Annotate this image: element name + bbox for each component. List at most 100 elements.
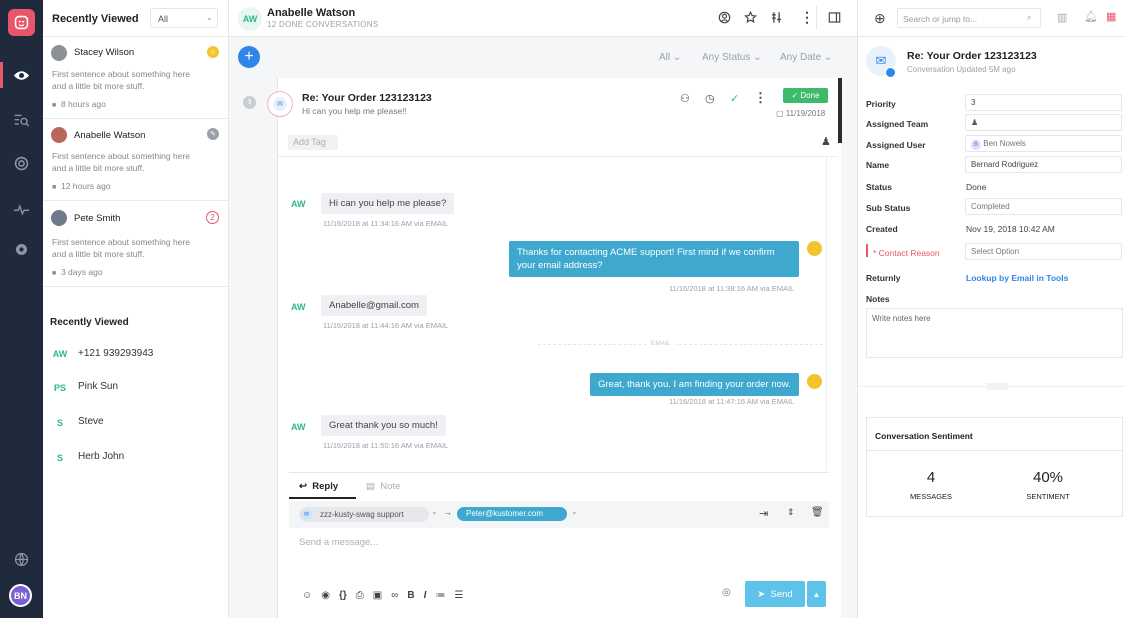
more-vertical-icon[interactable]: ⋮ bbox=[800, 9, 814, 26]
recent-item[interactable]: PS Pink Sun bbox=[43, 377, 229, 399]
sentiment-value: 40% bbox=[1032, 469, 1064, 486]
new-conversation-button[interactable]: + bbox=[238, 46, 260, 68]
check-circle-icon[interactable]: ✓ bbox=[730, 92, 739, 105]
scrollbar-thumb[interactable] bbox=[838, 78, 842, 143]
tab-note[interactable]: ▤ Note bbox=[366, 481, 400, 492]
globe-icon[interactable] bbox=[8, 546, 35, 573]
app-logo-icon[interactable] bbox=[8, 9, 35, 36]
sign-in-icon[interactable]: ⇥ bbox=[759, 507, 768, 520]
send-icon: ➤ bbox=[757, 588, 766, 600]
customer-header: AW Anabelle Watson 12 DONE CONVERSATIONS… bbox=[229, 0, 857, 37]
team-icon[interactable]: ⚇ bbox=[680, 92, 690, 105]
book-icon[interactable]: ▥ bbox=[1057, 11, 1067, 24]
edit-badge-icon bbox=[885, 67, 896, 78]
scroll-track bbox=[826, 156, 830, 471]
substatus-field[interactable]: Completed bbox=[965, 198, 1122, 215]
eye-icon[interactable] bbox=[8, 62, 35, 89]
user-field[interactable]: B Ben Nowels bbox=[965, 135, 1122, 152]
customer-name[interactable]: Anabelle Watson bbox=[267, 7, 355, 19]
status-badge[interactable]: ✓ Done bbox=[783, 88, 828, 103]
recent-initials: S bbox=[56, 453, 63, 463]
gear-icon[interactable] bbox=[8, 236, 35, 263]
add-tag-input[interactable]: Add Tag bbox=[288, 135, 338, 150]
list-title: Recently Viewed bbox=[52, 13, 139, 25]
conversation-item[interactable]: Pete Smith 2 First sentence about someth… bbox=[43, 201, 229, 287]
message-preview: First sentence about something here and a… bbox=[52, 150, 190, 174]
trash-icon[interactable]: 🗑 bbox=[811, 507, 824, 518]
name-label: Name bbox=[866, 160, 890, 170]
recent-item[interactable]: AW +121 939293943 bbox=[43, 343, 229, 365]
created-value: Nov 19, 2018 10:42 AM bbox=[966, 224, 1055, 234]
numbered-list-icon[interactable]: ≔ bbox=[435, 590, 445, 601]
bullet-list-icon[interactable]: ☰ bbox=[454, 590, 463, 601]
user-avatar[interactable]: BN bbox=[9, 584, 32, 607]
message-input[interactable]: Send a message... bbox=[299, 537, 378, 548]
sentiment-card: Conversation Sentiment 4 MESSAGES 40% SE… bbox=[866, 417, 1123, 517]
notes-textarea[interactable]: Write notes here bbox=[866, 308, 1123, 358]
list-filter-select[interactable]: All ⌄ bbox=[150, 8, 218, 28]
user-circle-icon[interactable] bbox=[718, 11, 731, 27]
returnly-link[interactable]: Lookup by Email in Tools bbox=[966, 273, 1068, 283]
pulse-icon[interactable] bbox=[8, 196, 35, 223]
image-icon[interactable]: ▣ bbox=[373, 590, 382, 601]
timer-icon[interactable]: ◎ bbox=[722, 587, 731, 598]
priority-field[interactable]: 3 bbox=[965, 94, 1122, 111]
channel-divider-label: EMAIL bbox=[646, 340, 676, 347]
message-bubble: Hi can you help me please? bbox=[321, 193, 455, 214]
team-field[interactable]: ♟ bbox=[965, 114, 1122, 131]
search-input[interactable]: Search or jump to... ⌕ bbox=[897, 8, 1041, 28]
name-field[interactable]: Bernard Rodriguez bbox=[965, 156, 1122, 173]
lifebuoy-icon[interactable] bbox=[8, 150, 35, 177]
merge-icon[interactable] bbox=[770, 11, 783, 27]
bold-icon[interactable]: B bbox=[407, 590, 414, 601]
conversation-preview: Hi can you help me please!! bbox=[302, 106, 407, 116]
emoji-icon[interactable]: ☺ bbox=[302, 590, 312, 601]
timestamp: 3 days ago bbox=[60, 267, 103, 277]
chevron-down-icon[interactable]: ⌄ bbox=[431, 507, 438, 516]
expand-icon[interactable]: ⇕ bbox=[787, 507, 795, 518]
bell-icon[interactable]: 🔔︎ bbox=[1084, 10, 1098, 23]
star-icon[interactable] bbox=[744, 10, 757, 27]
more-vertical-icon[interactable]: ⋮ bbox=[754, 90, 767, 106]
conversation-item[interactable]: Stacey Wilson ☺ First sentence about som… bbox=[43, 37, 229, 119]
search-list-icon[interactable] bbox=[8, 107, 35, 134]
italic-icon[interactable]: I bbox=[424, 590, 427, 601]
media-icon[interactable]: ◉ bbox=[321, 590, 330, 601]
composer-address-bar: ✉ zzz-kusty-swag support ⌄ → Peter@kusto… bbox=[289, 501, 829, 528]
conversation-title[interactable]: Re: Your Order 123123123 bbox=[302, 92, 432, 104]
collapse-handle[interactable] bbox=[986, 383, 1008, 390]
channel-divider-line bbox=[538, 344, 823, 345]
sentiment-title: Conversation Sentiment bbox=[875, 431, 973, 441]
panel-toggle-icon[interactable] bbox=[828, 11, 841, 27]
tab-reply[interactable]: ↩ Reply bbox=[289, 473, 356, 499]
recent-label: Steve bbox=[78, 416, 104, 427]
sentiment-icon: ☺ bbox=[207, 46, 219, 58]
message-bubble: Great, thank you. I am finding your orde… bbox=[590, 373, 799, 396]
snooze-clock-icon[interactable]: ◷ bbox=[705, 92, 715, 105]
divider bbox=[816, 6, 817, 30]
conversation-item[interactable]: Anabelle Watson ✎ First sentence about s… bbox=[43, 119, 229, 201]
filter-all[interactable]: All ⌄ bbox=[659, 52, 681, 63]
reason-select[interactable]: Select Option bbox=[965, 243, 1122, 260]
recent-initials: AW bbox=[52, 349, 68, 359]
to-address-chip[interactable]: Peter@kustomer.com bbox=[457, 507, 567, 521]
from-selector[interactable]: ✉ zzz-kusty-swag support bbox=[299, 507, 429, 522]
conversation-count-badge: 3 bbox=[243, 96, 256, 109]
attachment-icon[interactable]: ⎙ bbox=[356, 590, 364, 601]
preview-line: First sentence about something here bbox=[52, 151, 190, 161]
rail-active-indicator bbox=[0, 62, 3, 88]
recent-item[interactable]: S Herb John bbox=[43, 447, 229, 469]
filter-date[interactable]: Any Date ⌄ bbox=[780, 52, 832, 63]
returnly-label: Returnly bbox=[866, 273, 901, 283]
add-circle-icon[interactable]: ⊕ bbox=[874, 11, 886, 25]
filter-status[interactable]: Any Status ⌄ bbox=[702, 52, 762, 63]
code-icon[interactable]: {} bbox=[339, 590, 347, 601]
gift-icon[interactable]: ▦ bbox=[1106, 10, 1116, 23]
recent-item[interactable]: S Steve bbox=[43, 412, 229, 434]
chevron-down-icon[interactable]: ⌄ bbox=[571, 507, 578, 516]
send-options-button[interactable]: ▲ bbox=[807, 581, 826, 607]
assign-user-icon[interactable]: ♟ bbox=[821, 135, 831, 148]
send-button[interactable]: ➤ Send bbox=[745, 581, 805, 607]
calendar-icon: ▢ bbox=[776, 109, 784, 118]
link-icon[interactable]: ∞ bbox=[391, 590, 398, 601]
